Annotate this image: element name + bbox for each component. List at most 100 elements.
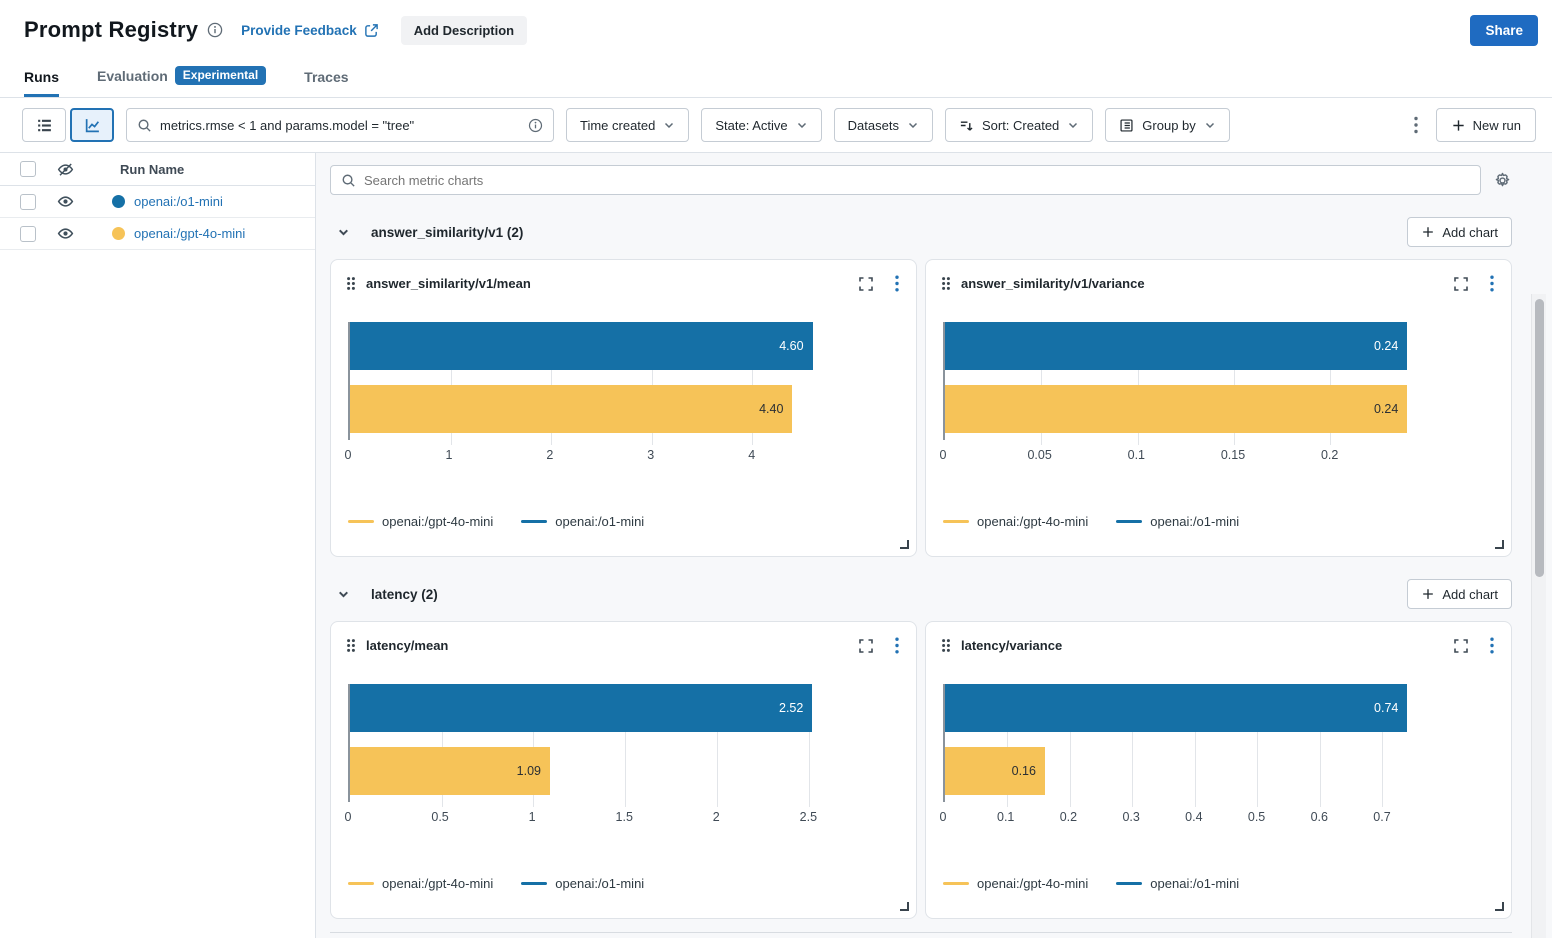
share-button[interactable]: Share <box>1470 15 1538 46</box>
select-all-checkbox[interactable] <box>20 161 36 177</box>
new-run-button[interactable]: New run <box>1436 108 1536 142</box>
chart-card: latency/variance 0.740.16 00.10.20.30.40… <box>925 621 1512 919</box>
chart-legend: openai:/gpt-4o-mini openai:/o1-mini <box>348 876 916 891</box>
plot: 4.604.40 <box>348 322 894 440</box>
add-chart-button[interactable]: Add chart <box>1407 217 1512 247</box>
time-created-label: Time created <box>580 118 655 133</box>
resize-handle[interactable] <box>1495 540 1504 549</box>
axis-tick-label: 1 <box>445 448 452 462</box>
drag-handle-icon[interactable] <box>346 276 356 291</box>
metric-search-row <box>330 165 1512 195</box>
axis-tick-label: 3 <box>647 448 654 462</box>
external-link-icon <box>364 23 379 38</box>
group-by-icon <box>1119 118 1134 133</box>
state-filter-dropdown[interactable]: State: Active <box>701 108 821 142</box>
legend-item[interactable]: openai:/o1-mini <box>1116 876 1239 891</box>
legend-item[interactable]: openai:/gpt-4o-mini <box>348 514 493 529</box>
axis-tick-label: 4 <box>748 448 755 462</box>
runs-search-input[interactable] <box>160 118 520 133</box>
tab-evaluation[interactable]: Evaluation Experimental <box>97 60 266 97</box>
legend-swatch <box>943 882 969 885</box>
axis-tick-label: 0.1 <box>1128 448 1145 462</box>
drag-handle-icon[interactable] <box>346 638 356 653</box>
chart-menu-kebab-icon[interactable] <box>1490 637 1494 654</box>
metric-charts-search-box <box>330 165 1481 195</box>
legend-item[interactable]: openai:/gpt-4o-mini <box>943 876 1088 891</box>
run-name-link[interactable]: openai:/gpt-4o-mini <box>134 226 245 241</box>
axis-tick-label: 2 <box>546 448 553 462</box>
legend-item[interactable]: openai:/o1-mini <box>1116 514 1239 529</box>
search-info-icon[interactable] <box>528 118 543 133</box>
plot-area: 2.521.09 00.511.522.5 <box>348 684 894 830</box>
axis-tick-label: 0.3 <box>1122 810 1139 824</box>
runs-table-body: openai:/o1-mini openai:/gpt-4o-mini <box>0 186 315 250</box>
chart-bar: 4.40 <box>350 385 792 433</box>
section-chevron-down-icon[interactable] <box>337 588 350 601</box>
sort-dropdown[interactable]: Sort: Created <box>945 108 1093 142</box>
plot-area: 4.604.40 0 1 2 3 4 <box>348 322 894 468</box>
run-color-dot <box>112 227 125 240</box>
axis-tick-label: 0 <box>345 448 352 462</box>
settings-gear-icon[interactable] <box>1493 171 1512 190</box>
metric-charts-pane: answer_similarity/v1 (2) Add chart answe… <box>316 153 1552 938</box>
resize-handle[interactable] <box>900 540 909 549</box>
run-checkbox[interactable] <box>20 194 36 210</box>
view-switcher <box>22 108 114 142</box>
section-chevron-down-icon[interactable] <box>337 226 350 239</box>
metric-charts-search-input[interactable] <box>364 173 1470 188</box>
visibility-eye-icon[interactable] <box>56 224 75 243</box>
scrollbar-thumb[interactable] <box>1535 299 1544 577</box>
chart-menu-kebab-icon[interactable] <box>1490 275 1494 292</box>
legend-item[interactable]: openai:/o1-mini <box>521 514 644 529</box>
visibility-off-icon[interactable] <box>56 160 75 179</box>
legend-swatch <box>521 520 547 523</box>
drag-handle-icon[interactable] <box>941 638 951 653</box>
tab-traces[interactable]: Traces <box>304 63 348 97</box>
x-axis-ticks: 00.050.10.150.2 <box>943 446 1489 468</box>
time-created-dropdown[interactable]: Time created <box>566 108 689 142</box>
legend-label: openai:/o1-mini <box>555 514 644 529</box>
expand-icon[interactable] <box>858 276 874 292</box>
legend-item[interactable]: openai:/gpt-4o-mini <box>348 876 493 891</box>
chart-title: latency/mean <box>366 638 448 653</box>
resize-handle[interactable] <box>900 902 909 911</box>
run-name-link[interactable]: openai:/o1-mini <box>134 194 223 209</box>
expand-icon[interactable] <box>1453 276 1469 292</box>
list-view-button[interactable] <box>22 108 66 142</box>
search-icon <box>341 173 356 188</box>
chart-menu-kebab-icon[interactable] <box>895 275 899 292</box>
group-by-dropdown[interactable]: Group by <box>1105 108 1229 142</box>
axis-tick-label: 0.2 <box>1060 810 1077 824</box>
chart-menu-kebab-icon[interactable] <box>895 637 899 654</box>
expand-icon[interactable] <box>1453 638 1469 654</box>
chevron-down-icon <box>907 119 919 131</box>
runs-search-box <box>126 108 554 142</box>
provide-feedback-link[interactable]: Provide Feedback <box>241 23 379 38</box>
provide-feedback-label: Provide Feedback <box>241 23 357 38</box>
overflow-menu-icon[interactable] <box>1408 112 1424 138</box>
legend-item[interactable]: openai:/o1-mini <box>521 876 644 891</box>
add-description-button[interactable]: Add Description <box>401 16 527 45</box>
resize-handle[interactable] <box>1495 902 1504 911</box>
add-chart-button[interactable]: Add chart <box>1407 579 1512 609</box>
chart-sections: answer_similarity/v1 (2) Add chart answe… <box>330 217 1512 919</box>
visibility-eye-icon[interactable] <box>56 192 75 211</box>
main-content: Run Name openai:/o1-mini openai:/gpt-4o-… <box>0 153 1552 938</box>
chart-legend: openai:/gpt-4o-mini openai:/o1-mini <box>348 514 916 529</box>
info-icon[interactable] <box>207 22 223 38</box>
new-run-label: New run <box>1473 118 1521 133</box>
axis-tick-label: 1.5 <box>616 810 633 824</box>
search-icon <box>137 118 152 133</box>
axis-tick-label: 0.2 <box>1321 448 1338 462</box>
expand-icon[interactable] <box>858 638 874 654</box>
datasets-dropdown[interactable]: Datasets <box>834 108 933 142</box>
sort-icon <box>959 118 974 133</box>
chart-view-button[interactable] <box>70 108 114 142</box>
drag-handle-icon[interactable] <box>941 276 951 291</box>
chart-section: latency (2) Add chart latency/mean <box>330 579 1512 919</box>
legend-item[interactable]: openai:/gpt-4o-mini <box>943 514 1088 529</box>
run-checkbox[interactable] <box>20 226 36 242</box>
x-axis-ticks: 0 1 2 3 4 <box>348 446 894 468</box>
tab-runs[interactable]: Runs <box>24 63 59 97</box>
scrollbar-track[interactable] <box>1531 294 1546 938</box>
